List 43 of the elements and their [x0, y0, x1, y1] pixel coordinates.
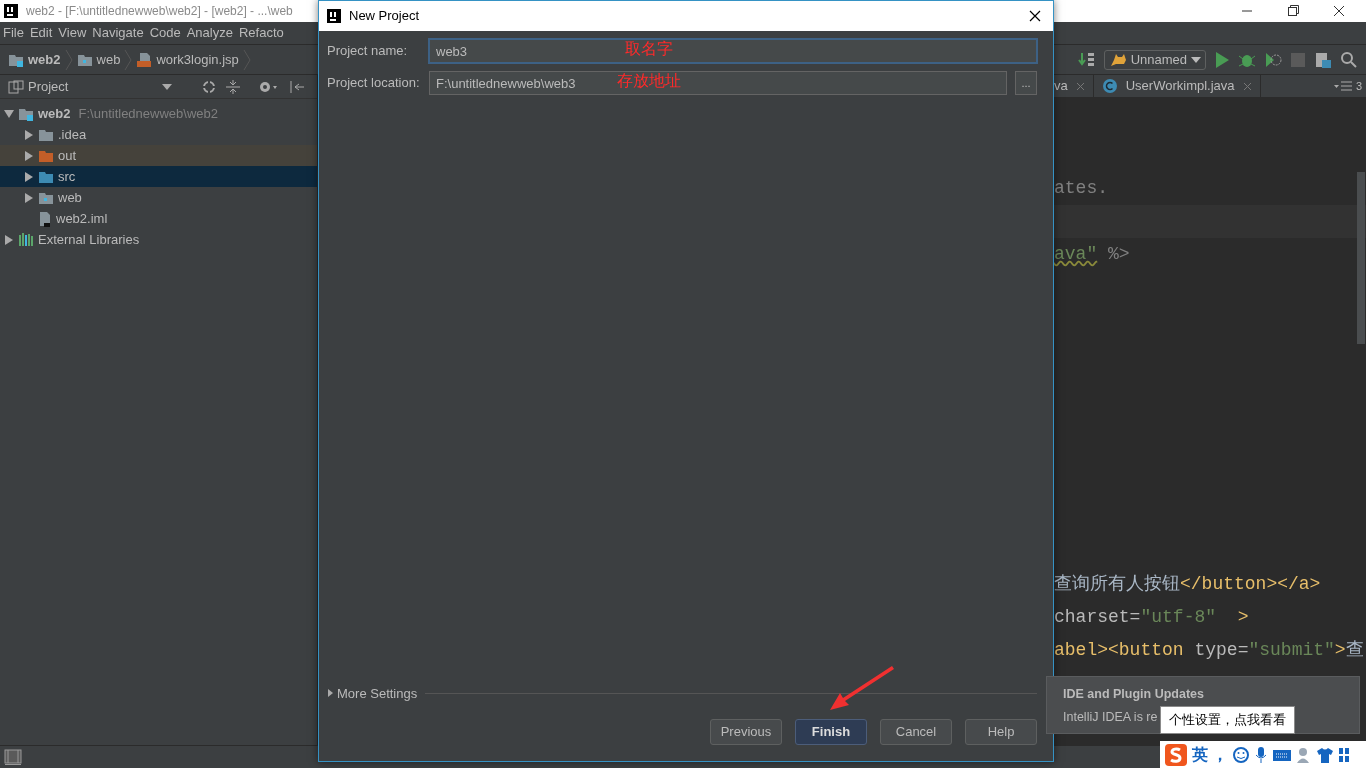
menu-item[interactable]: Refacto — [235, 23, 287, 43]
menu-item[interactable]: View — [55, 23, 90, 43]
field-label: Project location: — [327, 74, 421, 93]
editor-tab[interactable]: UserWorkimpl.java — [1093, 75, 1261, 97]
run-config-dropdown[interactable]: Unnamed — [1103, 49, 1206, 70]
dialog-button[interactable]: Help — [965, 719, 1037, 745]
menu-item[interactable]: Edit — [26, 23, 56, 43]
code-line: ava" %> — [1054, 244, 1130, 264]
annotation-text: 存放地址 — [617, 71, 681, 91]
tree-item[interactable]: External Libraries — [0, 229, 317, 250]
dialog-button[interactable]: Cancel — [880, 719, 952, 745]
notification-text: IntelliJ IDEA is re — [1063, 708, 1158, 726]
more-settings-toggle[interactable]: More Settings — [327, 683, 418, 703]
menu-item[interactable]: File — [0, 23, 27, 43]
panel-title[interactable]: Project — [28, 76, 69, 97]
tree-item[interactable]: web2 F:\untitlednewweb\web2 — [0, 103, 317, 124]
menu-item[interactable]: Navigate — [89, 23, 147, 43]
browse-button[interactable]: ... — [1015, 71, 1037, 95]
tree-item[interactable]: out — [0, 145, 317, 166]
breadcrumb-item[interactable]: web — [96, 49, 121, 70]
code-line: 查询所有人按钮</button></a> — [1054, 574, 1321, 594]
notification-title: IDE and Plugin Updates — [1063, 686, 1204, 703]
tree-item[interactable]: .idea — [0, 124, 317, 145]
tree-item[interactable]: src — [0, 166, 317, 187]
ime-mode[interactable]: 英 — [1192, 742, 1208, 767]
tooltip: 个性设置，点我看看 — [1160, 706, 1295, 734]
menu-item[interactable]: Analyze — [183, 23, 236, 43]
breadcrumb-item[interactable]: web2 — [28, 49, 61, 70]
ime-mode[interactable]: ， — [1212, 742, 1228, 767]
code-line: charset="utf-8" > — [1054, 607, 1249, 627]
code-line: ates. — [1054, 178, 1108, 198]
code-line: abel><button type="submit">查 — [1054, 640, 1364, 660]
dialog-button[interactable]: Previous — [710, 719, 782, 745]
breadcrumb-item[interactable]: work3login.jsp — [156, 49, 239, 70]
window-title: web2 - [F:\untitlednewweb\web2] - [web2] - ...\web — [26, 3, 293, 20]
dialog-title: New Project — [349, 7, 420, 26]
tree-item[interactable]: web — [0, 187, 317, 208]
annotation-text: 取名字 — [625, 39, 673, 59]
finish-button[interactable]: Finish — [795, 719, 867, 745]
menu-item[interactable]: Code — [146, 23, 184, 43]
field-label: Project name: — [327, 42, 409, 61]
tree-item[interactable]: web2.iml — [0, 208, 317, 229]
tab-count: 3 — [1355, 78, 1362, 94]
